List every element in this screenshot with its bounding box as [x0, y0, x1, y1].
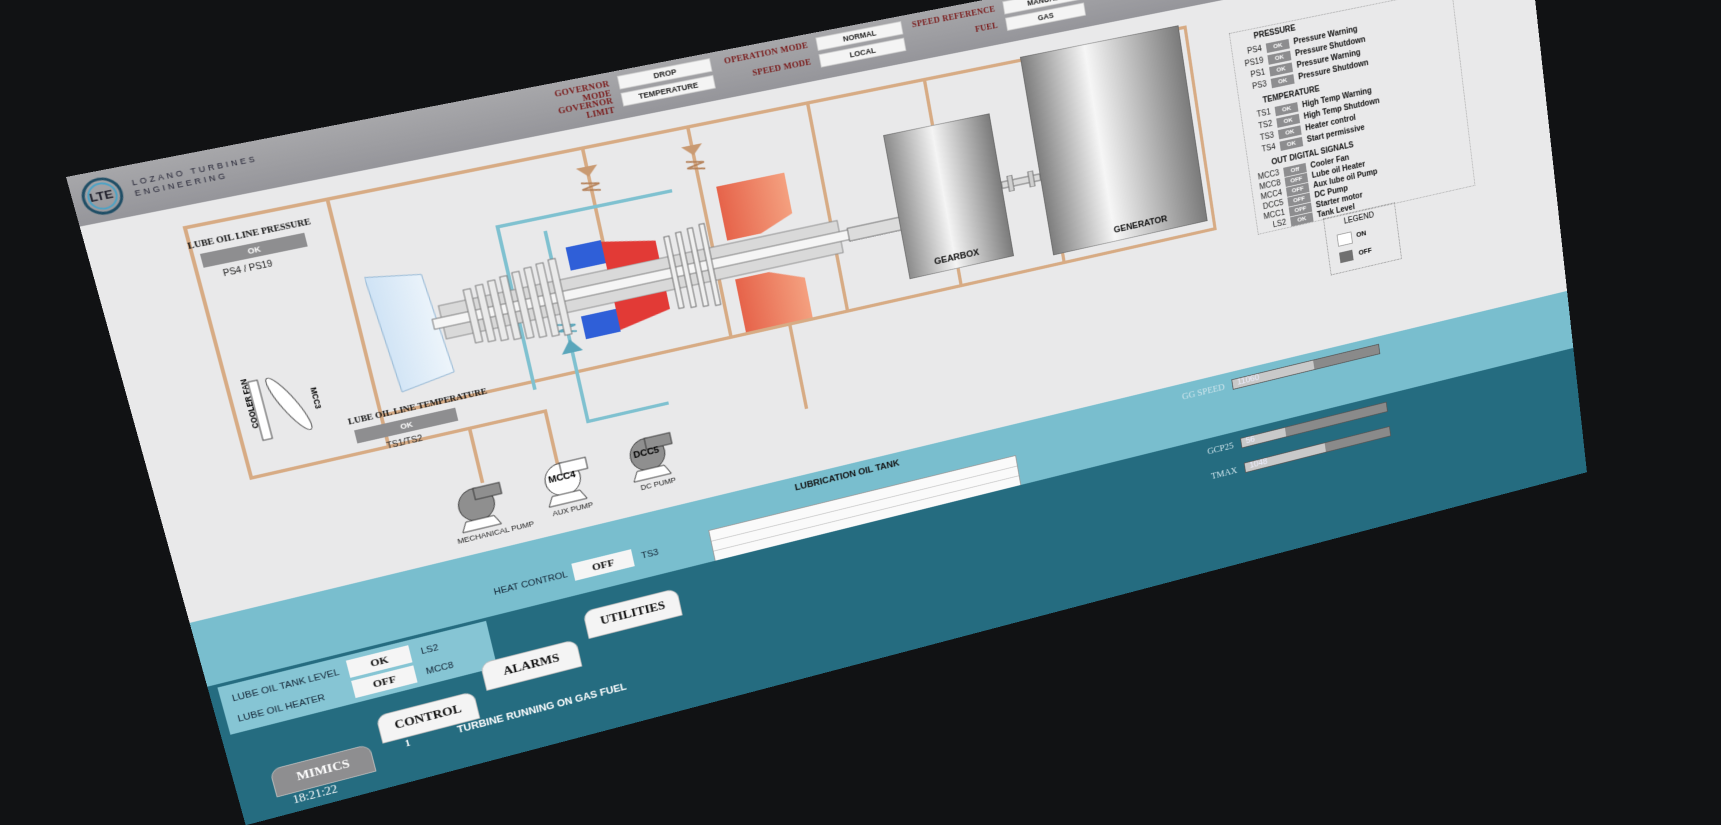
heater-tag: MCC8	[425, 660, 455, 677]
heat-control-label: HEAT CONTROL	[492, 569, 569, 598]
oil-pipe-to-tank	[788, 325, 809, 410]
valve-icon	[681, 143, 710, 179]
tab-alarms[interactable]: ALARMS	[479, 639, 583, 691]
gg-speed-label: GG SPEED	[1181, 381, 1226, 402]
tank-level-tag: LS2	[419, 642, 440, 657]
message-text: TURBINE RUNNING ON GAS FUEL	[456, 681, 628, 736]
gg-speed-bar: 11060	[1231, 343, 1381, 390]
heat-control-value[interactable]: OFF	[571, 549, 635, 581]
legend-on-label: ON	[1355, 228, 1367, 239]
tab-control[interactable]: CONTROL	[375, 690, 481, 744]
fuel-pipe-to-dc-pump	[585, 401, 669, 424]
hmi-panel: LTE LOZANO TURBINES ENGINEERING GOVERNOR…	[66, 0, 1587, 825]
lube-oil-temperature-sensors: TS1/TS2	[385, 434, 424, 452]
generator-icon	[1019, 25, 1208, 256]
legend-title: LEGEND	[1343, 210, 1375, 227]
legend-on-swatch	[1336, 231, 1353, 247]
oil-pipe-to-pump-0	[467, 426, 485, 484]
status-state: OK	[1270, 73, 1295, 88]
status-state: OK	[1279, 136, 1304, 151]
coupling-icon	[1000, 169, 1041, 193]
tmax-label: TMAX	[1210, 464, 1238, 482]
tab-utilities[interactable]: UTILITIES	[582, 587, 683, 640]
legend-off-swatch	[1339, 249, 1354, 264]
mimic-area: GEARBOX GENERATOR LUBE OIL LINE PRESSURE…	[79, 0, 1587, 825]
valve-icon	[575, 164, 606, 200]
legend-off-label: OFF	[1358, 246, 1373, 257]
status-panel: PRESSURE PS4 OK Pressure Warning PS19 OK…	[1228, 0, 1476, 235]
gcp25-label: GCP25	[1206, 439, 1235, 457]
message-count: 1	[403, 736, 412, 749]
heat-control-tag: TS3	[640, 547, 660, 561]
gas-turbine-icon	[360, 172, 927, 410]
